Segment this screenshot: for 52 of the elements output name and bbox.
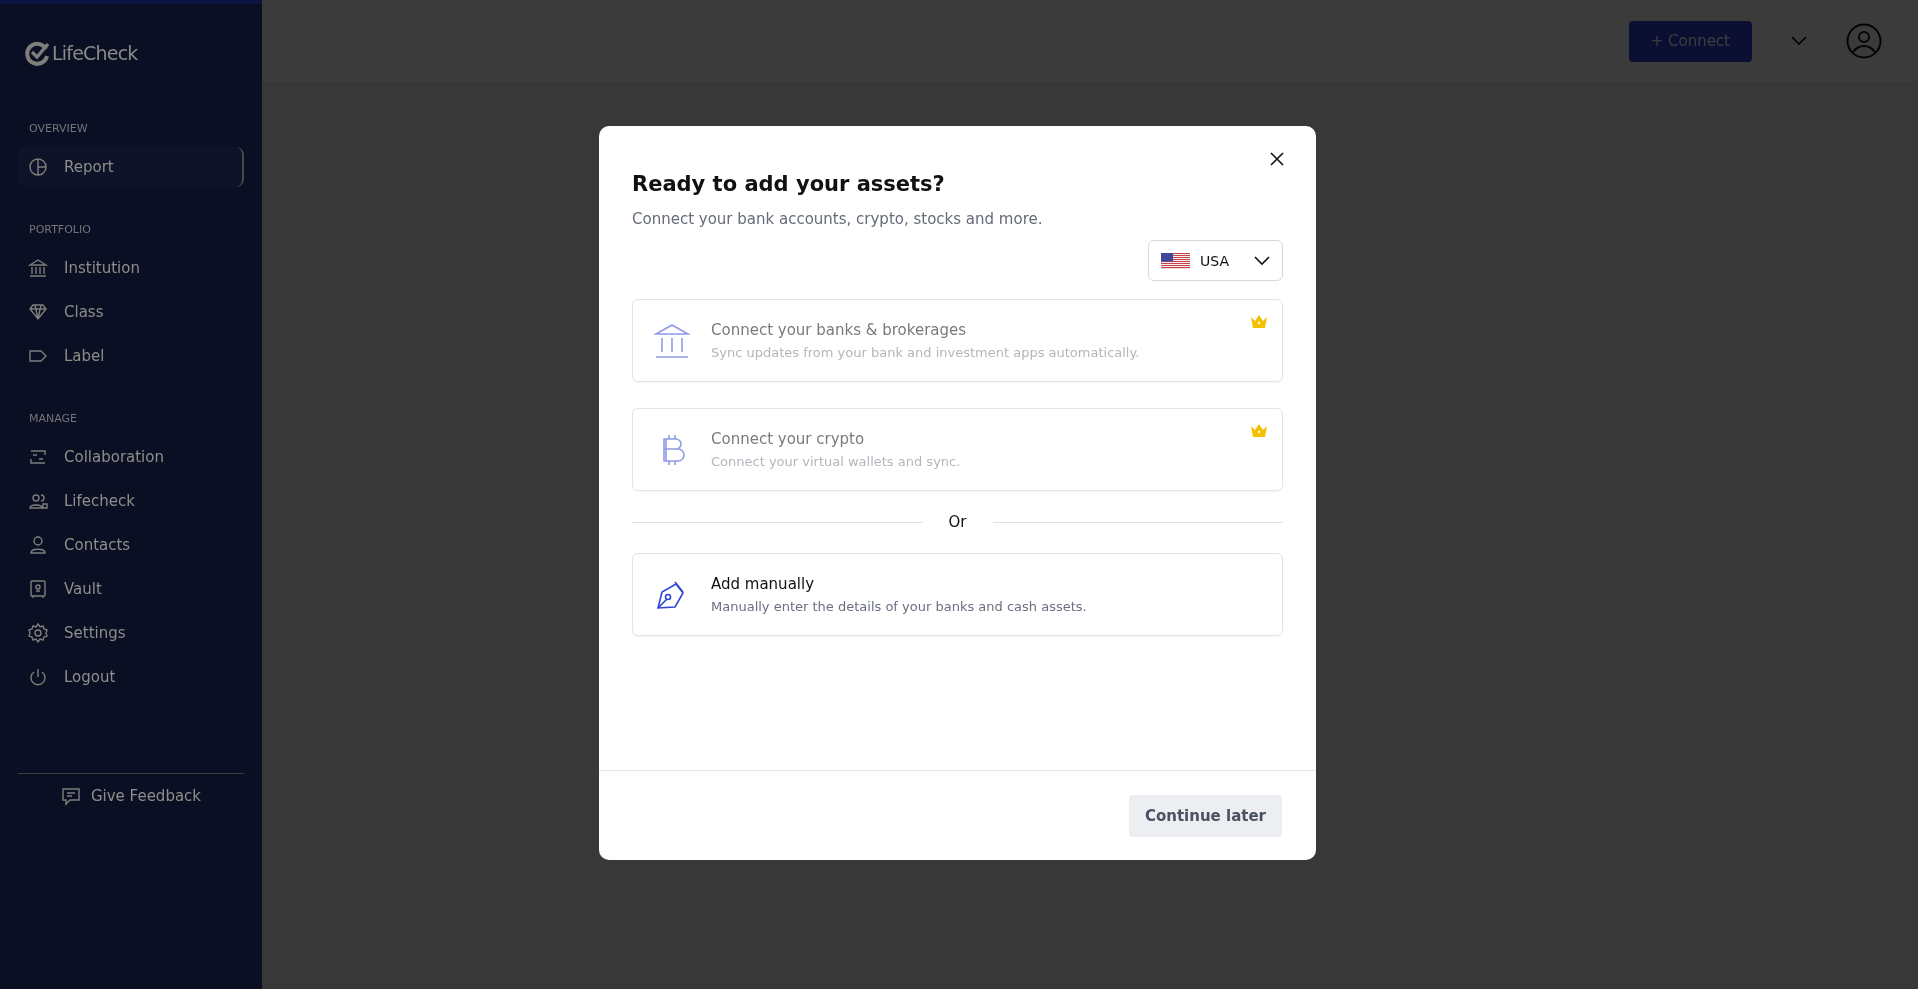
- logo-icon: [24, 40, 50, 66]
- option-description: Connect your virtual wallets and sync.: [711, 454, 961, 469]
- nav-label: Label: [64, 347, 105, 365]
- continue-later-button[interactable]: Continue later: [1128, 794, 1282, 837]
- nav-item[interactable]: Report: [18, 147, 244, 187]
- nav-label: Institution: [64, 259, 140, 277]
- collab-icon: [28, 447, 48, 467]
- settings-icon: [28, 623, 48, 643]
- nav-item[interactable]: Collaboration: [18, 437, 244, 477]
- nav-item[interactable]: Settings: [18, 613, 244, 653]
- nav-item[interactable]: Lifecheck: [18, 481, 244, 521]
- people-icon: [28, 491, 48, 511]
- nav-label: Collaboration: [64, 448, 164, 466]
- option-description: Manually enter the details of your banks and cash assets.: [711, 599, 1087, 614]
- nav-label: Class: [64, 303, 104, 321]
- section-heading: PORTFOLIO: [29, 223, 92, 236]
- option-card[interactable]: Add manually Manually enter the details of your banks and cash assets.: [632, 553, 1283, 636]
- nav-item[interactable]: Logout: [18, 657, 244, 697]
- or-divider-text: Or: [947, 513, 968, 531]
- dialog-title: Ready to add your assets?: [632, 172, 946, 196]
- option-title: Connect your banks & brokerages: [711, 321, 968, 339]
- country-select[interactable]: USA: [1148, 240, 1283, 281]
- nav-item[interactable]: Contacts: [18, 525, 244, 565]
- diamond-icon: [28, 302, 48, 322]
- close-icon: [1270, 152, 1284, 166]
- option-title: Connect your crypto: [711, 430, 866, 448]
- dialog-subtitle: Connect your bank accounts, crypto, stocks and more.: [632, 210, 1044, 228]
- nav-label: Report: [64, 158, 114, 176]
- nav-label: Settings: [64, 624, 126, 642]
- section-heading: OVERVIEW: [29, 122, 89, 135]
- person-icon: [28, 535, 48, 555]
- power-icon: [28, 667, 48, 687]
- section-heading: MANAGE: [29, 412, 79, 425]
- nav-item[interactable]: Vault: [18, 569, 244, 609]
- vault-icon: [28, 579, 48, 599]
- option-title: Add manually: [711, 575, 816, 593]
- logo-text: LifeCheck: [52, 42, 138, 64]
- nav-label: Contacts: [64, 536, 131, 554]
- nav-item[interactable]: Label: [18, 336, 244, 376]
- report-icon: [28, 157, 48, 177]
- option-description: Sync updates from your bank and investment apps automatically.: [711, 345, 1140, 360]
- nav-label: Lifecheck: [64, 492, 135, 510]
- bank-icon: [653, 321, 691, 360]
- chat-icon: [60, 786, 81, 806]
- feedback-link[interactable]: Give Feedback: [18, 774, 244, 818]
- flag-icon: [1161, 252, 1190, 269]
- nav-label: Logout: [64, 668, 116, 686]
- nav-label: Vault: [64, 580, 102, 598]
- chevron-down-icon: [1254, 255, 1270, 266]
- nav-item[interactable]: Institution: [18, 248, 244, 288]
- bank-icon: [28, 258, 48, 278]
- nav-item[interactable]: Class: [18, 292, 244, 332]
